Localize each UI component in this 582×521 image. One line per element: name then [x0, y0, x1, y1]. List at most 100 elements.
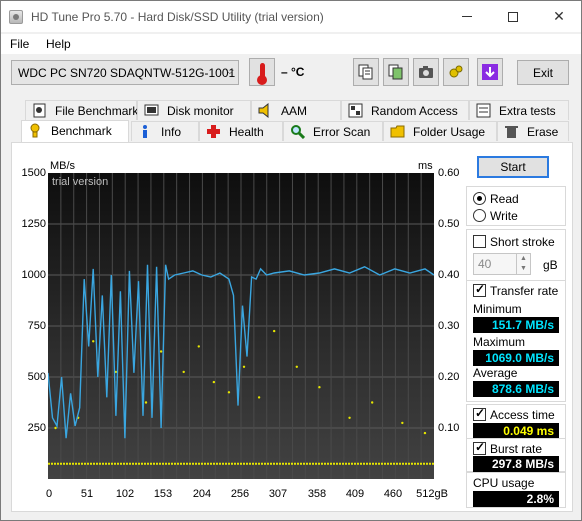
download-button[interactable] — [477, 58, 503, 86]
start-button[interactable]: Start — [477, 156, 549, 178]
copy-screenshot-icon — [388, 64, 403, 80]
random-access-icon — [348, 103, 363, 118]
short-stroke-group: Short stroke 40 ▲ ▼ gB — [466, 229, 566, 281]
y-tick-right: 0.50 — [438, 218, 460, 230]
access-time-point — [318, 386, 321, 389]
transfer-rate-chart — [47, 173, 435, 479]
close-button[interactable]: ✕ — [536, 1, 582, 32]
tab-benchmark[interactable]: Benchmark — [21, 120, 129, 142]
spinner-arrows-icon[interactable]: ▲ ▼ — [516, 254, 530, 274]
x-tick: 256 — [230, 488, 250, 500]
left-axis-unit: MB/s — [50, 160, 76, 172]
access-time-point — [257, 396, 261, 399]
trial-watermark: trial version — [52, 176, 109, 188]
download-icon — [482, 64, 498, 80]
benchmark-panel: MB/s ms 1500 1250 1000 750 500 250 0.60 … — [11, 142, 573, 512]
burst-rate-checkbox[interactable] — [473, 440, 486, 455]
exit-button[interactable]: Exit — [517, 60, 569, 85]
title-bar[interactable]: HD Tune Pro 5.70 - Hard Disk/SSD Utility… — [1, 1, 581, 32]
app-icon — [9, 10, 23, 24]
tab-erase[interactable]: Erase — [497, 121, 569, 141]
screenshot-button[interactable] — [413, 58, 439, 86]
tab-random-access[interactable]: Random Access — [341, 100, 469, 120]
access-time-value: 0.049 ms — [473, 423, 559, 439]
access-time-point — [182, 370, 185, 374]
y-tick-left: 1500 — [21, 167, 46, 179]
read-option[interactable]: Read — [473, 192, 519, 206]
y-tick-left: 750 — [27, 320, 46, 332]
access-time-group: Access time 0.049 ms — [466, 404, 566, 439]
benchmark-icon — [30, 123, 40, 138]
menu-bar: File Help — [1, 34, 581, 54]
options-button[interactable] — [443, 58, 469, 86]
access-time-point — [348, 416, 351, 419]
tab-folder-usage[interactable]: Folder Usage — [383, 121, 497, 141]
average-label: Average — [473, 366, 518, 380]
copy-text-button[interactable] — [353, 58, 379, 86]
access-time-point — [295, 365, 298, 368]
tab-extra-tests[interactable]: Extra tests — [469, 100, 569, 120]
burst-rate-option[interactable]: Burst rate — [473, 440, 542, 456]
short-stroke-option[interactable]: Short stroke — [473, 235, 555, 249]
maximize-button[interactable] — [490, 1, 536, 32]
y-tick-right: 0.60 — [438, 167, 460, 179]
access-time-option[interactable]: Access time — [473, 406, 555, 422]
x-tick: 204 — [192, 488, 212, 500]
settings-icon — [449, 65, 463, 78]
disk-monitor-icon — [144, 104, 159, 116]
tab-file-benchmark[interactable]: File Benchmark — [25, 100, 138, 120]
close-icon: ✕ — [553, 8, 565, 24]
burst-rate-value: 297.8 MB/s — [473, 456, 559, 472]
access-time-point — [212, 380, 216, 384]
folder-icon — [390, 125, 405, 138]
write-option[interactable]: Write — [473, 209, 518, 223]
menu-file[interactable]: File — [10, 37, 29, 51]
access-time-point — [159, 350, 163, 353]
short-stroke-spinner[interactable]: 40 ▲ ▼ — [473, 253, 531, 275]
x-tick: 0 — [45, 488, 53, 500]
copy-text-icon — [358, 64, 373, 80]
cpu-usage-value: 2.8% — [473, 491, 559, 507]
minimum-label: Minimum — [473, 302, 522, 316]
access-time-point — [197, 345, 200, 348]
access-time-point — [401, 421, 404, 425]
access-time-point — [423, 431, 427, 435]
x-tick: 307 — [268, 488, 288, 500]
minimize-button[interactable] — [444, 1, 490, 32]
right-axis-unit: ms — [418, 160, 433, 172]
x-tick: 460 — [383, 488, 403, 500]
file-benchmark-icon — [33, 103, 46, 118]
transfer-rate-option[interactable]: Transfer rate — [473, 282, 558, 298]
temperature-button[interactable] — [249, 58, 275, 86]
menu-help[interactable]: Help — [46, 37, 71, 51]
read-write-group: Read Write — [466, 186, 566, 226]
minimum-value: 151.7 MB/s — [473, 317, 559, 333]
drive-select[interactable]: WDC PC SN720 SDAQNTW-512G-1001 ( ⌵ — [11, 60, 239, 85]
transfer-rate-checkbox[interactable] — [473, 282, 486, 297]
chevron-down-icon: ⌵ — [225, 65, 234, 77]
x-tick: 51 — [80, 488, 94, 500]
access-time-point — [54, 426, 57, 430]
burst-rate-group: Burst rate 297.8 MB/s — [466, 438, 566, 472]
write-radio[interactable] — [473, 209, 486, 222]
access-time-point — [92, 340, 95, 343]
x-tick: 358 — [307, 488, 327, 500]
drive-select-value: WDC PC SN720 SDAQNTW-512G-1001 ( — [18, 66, 239, 80]
tab-health[interactable]: Health — [199, 121, 283, 141]
y-tick-right: 0.40 — [438, 269, 460, 281]
average-value: 878.6 MB/s — [473, 381, 559, 397]
tab-error-scan[interactable]: Error Scan — [283, 121, 383, 141]
tab-disk-monitor[interactable]: Disk monitor — [137, 100, 251, 120]
x-tick: 409 — [345, 488, 365, 500]
read-radio[interactable] — [473, 192, 486, 205]
tab-info[interactable]: Info — [131, 121, 199, 141]
short-stroke-checkbox[interactable] — [473, 235, 486, 248]
access-time-point — [272, 329, 276, 333]
access-time-checkbox[interactable] — [473, 406, 486, 421]
tab-aam[interactable]: AAM — [251, 100, 341, 120]
x-tick: 512gB — [416, 488, 448, 500]
copy-screenshot-button[interactable] — [383, 58, 409, 86]
toolbar: WDC PC SN720 SDAQNTW-512G-1001 ( ⌵ – °C … — [1, 55, 581, 95]
tab-strip: File Benchmark Disk monitor AAM Random A… — [11, 100, 573, 144]
camera-icon — [419, 66, 433, 78]
